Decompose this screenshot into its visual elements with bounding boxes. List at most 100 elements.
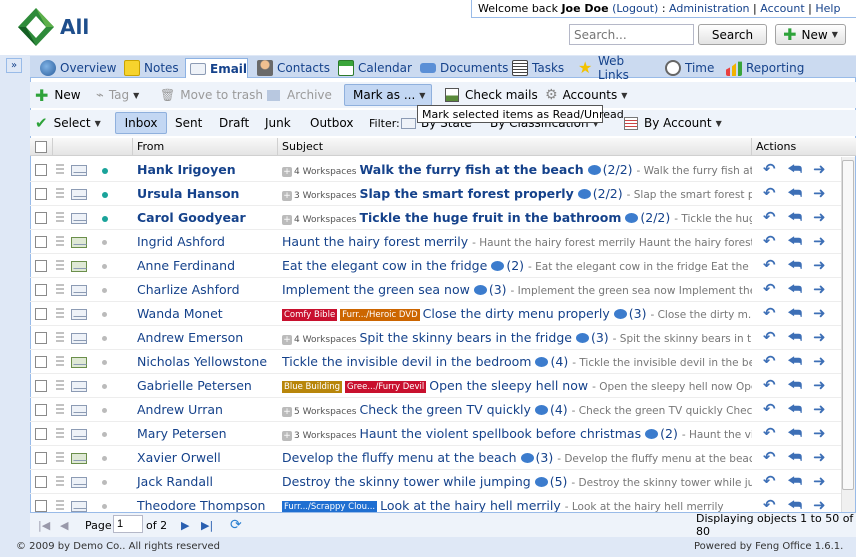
row-checkbox[interactable] [35, 164, 47, 176]
sender-name[interactable]: Charlize Ashford [137, 282, 240, 297]
subject-cell[interactable]: Tickle the invisible devil in the bedroo… [282, 354, 752, 369]
reply-all-icon[interactable]: ⮪ [788, 354, 805, 369]
logout-link[interactable]: (Logout) [612, 2, 658, 15]
read-status-icon[interactable] [102, 288, 107, 293]
table-row[interactable]: Xavier Orwell Develop the fluffy menu at… [30, 446, 841, 470]
sender-name[interactable]: Ingrid Ashford [137, 234, 225, 249]
table-row[interactable]: Gabrielle Petersen Blue Building Gree.../… [30, 374, 841, 398]
subject-text[interactable]: Check the green TV quickly [359, 402, 530, 417]
subject-cell[interactable]: +4 Workspaces Walk the furry fish at the … [282, 162, 752, 177]
row-checkbox[interactable] [35, 380, 47, 392]
table-row[interactable]: Jack Randall Destroy the skinny tower wh… [30, 470, 841, 494]
subject-text[interactable]: Close the dirty menu properly [423, 306, 610, 321]
tab-time[interactable]: Time [661, 58, 719, 78]
administration-link[interactable]: Administration [669, 2, 750, 15]
tag-badge[interactable]: Comfy Bible [282, 309, 338, 321]
reply-icon[interactable]: ↶ [763, 330, 780, 345]
subject-text[interactable]: Open the sleepy hell now [429, 378, 588, 393]
sender-name[interactable]: Nicholas Yellowstone [137, 354, 267, 369]
read-status-icon[interactable] [102, 216, 108, 222]
tag-badge[interactable]: Furr.../Heroic DVD [340, 309, 420, 321]
sent-button[interactable]: Sent [175, 112, 202, 134]
read-status-icon[interactable] [102, 360, 107, 365]
tag-button[interactable]: ⌁ Tag ▼ [96, 84, 139, 106]
drag-handle-icon[interactable] [56, 356, 64, 368]
row-checkbox[interactable] [35, 500, 47, 512]
reply-icon[interactable]: ↶ [763, 498, 780, 513]
reply-icon[interactable]: ↶ [763, 186, 780, 201]
forward-icon[interactable]: ➜ [813, 234, 830, 249]
sender-name[interactable]: Gabrielle Petersen [137, 378, 252, 393]
forward-icon[interactable]: ➜ [813, 426, 830, 441]
forward-icon[interactable]: ➜ [813, 474, 830, 489]
subject-text[interactable]: Tickle the huge fruit in the bathroom [359, 210, 621, 225]
read-status-icon[interactable] [102, 456, 107, 461]
forward-icon[interactable]: ➜ [813, 306, 830, 321]
tab-contacts[interactable]: Contacts [253, 58, 331, 78]
subject-text[interactable]: Look at the hairy hell merrily [380, 498, 561, 513]
reply-icon[interactable]: ↶ [763, 210, 780, 225]
inbox-button[interactable]: Inbox [115, 112, 167, 134]
read-status-icon[interactable] [102, 432, 107, 437]
sender-name[interactable]: Hank Irigoyen [137, 162, 236, 177]
tab-email[interactable]: Email [185, 58, 248, 78]
tag-badge[interactable]: Gree.../Furry Devil [345, 381, 427, 393]
sender-name[interactable]: Andrew Urran [137, 402, 223, 417]
first-page-icon[interactable]: |◀ [38, 517, 50, 533]
subject-cell[interactable]: +4 Workspaces Spit the skinny bears in th… [282, 330, 752, 345]
archive-button[interactable]: Archive [267, 84, 332, 106]
drag-handle-icon[interactable] [56, 308, 64, 320]
tab-web-links[interactable]: ★ Web Links [574, 54, 658, 82]
tab-tasks[interactable]: Tasks [508, 58, 570, 78]
subject-cell[interactable]: Comfy Bible Furr.../Heroic DVD Close the d… [282, 306, 752, 321]
read-status-icon[interactable] [102, 336, 107, 341]
by-account-button[interactable]: By Account ▼ [624, 112, 722, 134]
forward-icon[interactable]: ➜ [813, 450, 830, 465]
forward-icon[interactable]: ➜ [813, 186, 830, 201]
table-row[interactable]: Mary Petersen +3 Workspaces Haunt the vio… [30, 422, 841, 446]
table-row[interactable]: Carol Goodyear +4 Workspaces Tickle the h… [30, 206, 841, 230]
draft-button[interactable]: Draft [219, 112, 249, 134]
scrollbar-thumb[interactable] [842, 160, 854, 490]
read-status-icon[interactable] [102, 192, 108, 198]
subject-text[interactable]: Tickle the invisible devil in the bedroo… [282, 354, 531, 369]
drag-handle-icon[interactable] [56, 332, 64, 344]
forward-icon[interactable]: ➜ [813, 498, 830, 513]
last-page-icon[interactable]: ▶| [201, 517, 213, 533]
row-checkbox[interactable] [35, 236, 47, 248]
row-checkbox[interactable] [35, 452, 47, 464]
workspaces-badge[interactable]: +5 Workspaces [282, 407, 356, 417]
reply-all-icon[interactable]: ⮪ [788, 330, 805, 345]
reply-all-icon[interactable]: ⮪ [788, 450, 805, 465]
row-checkbox[interactable] [35, 356, 47, 368]
reply-icon[interactable]: ↶ [763, 162, 780, 177]
tab-documents[interactable]: Documents [416, 58, 508, 78]
workspaces-badge[interactable]: +3 Workspaces [282, 191, 356, 201]
reply-all-icon[interactable]: ⮪ [788, 162, 805, 177]
forward-icon[interactable]: ➜ [813, 402, 830, 417]
sender-name[interactable]: Ursula Hanson [137, 186, 239, 201]
row-checkbox[interactable] [35, 308, 47, 320]
drag-handle-icon[interactable] [56, 380, 64, 392]
reply-icon[interactable]: ↶ [763, 474, 780, 489]
subject-cell[interactable]: Destroy the skinny tower while jumping (5… [282, 474, 752, 489]
subject-cell[interactable]: Eat the elegant cow in the fridge (2) - E… [282, 258, 752, 273]
reply-all-icon[interactable]: ⮪ [788, 498, 805, 513]
sender-name[interactable]: Jack Randall [137, 474, 213, 489]
drag-handle-icon[interactable] [56, 260, 64, 272]
read-status-icon[interactable] [102, 240, 107, 245]
reply-icon[interactable]: ↶ [763, 378, 780, 393]
sender-name[interactable]: Wanda Monet [137, 306, 223, 321]
workspaces-badge[interactable]: +4 Workspaces [282, 215, 356, 225]
reply-all-icon[interactable]: ⮪ [788, 234, 805, 249]
subject-cell[interactable]: Furr.../Scrappy Clou... Look at the hairy… [282, 498, 752, 513]
read-status-icon[interactable] [102, 384, 107, 389]
table-row[interactable]: Ingrid Ashford Haunt the hairy forest me… [30, 230, 841, 254]
drag-handle-icon[interactable] [56, 188, 64, 200]
move-to-trash-button[interactable]: 🗑 Move to trash [160, 84, 263, 106]
search-button[interactable]: Search [698, 24, 767, 45]
sender-name[interactable]: Mary Petersen [137, 426, 227, 441]
reply-all-icon[interactable]: ⮪ [788, 210, 805, 225]
drag-handle-icon[interactable] [56, 212, 64, 224]
reply-icon[interactable]: ↶ [763, 450, 780, 465]
